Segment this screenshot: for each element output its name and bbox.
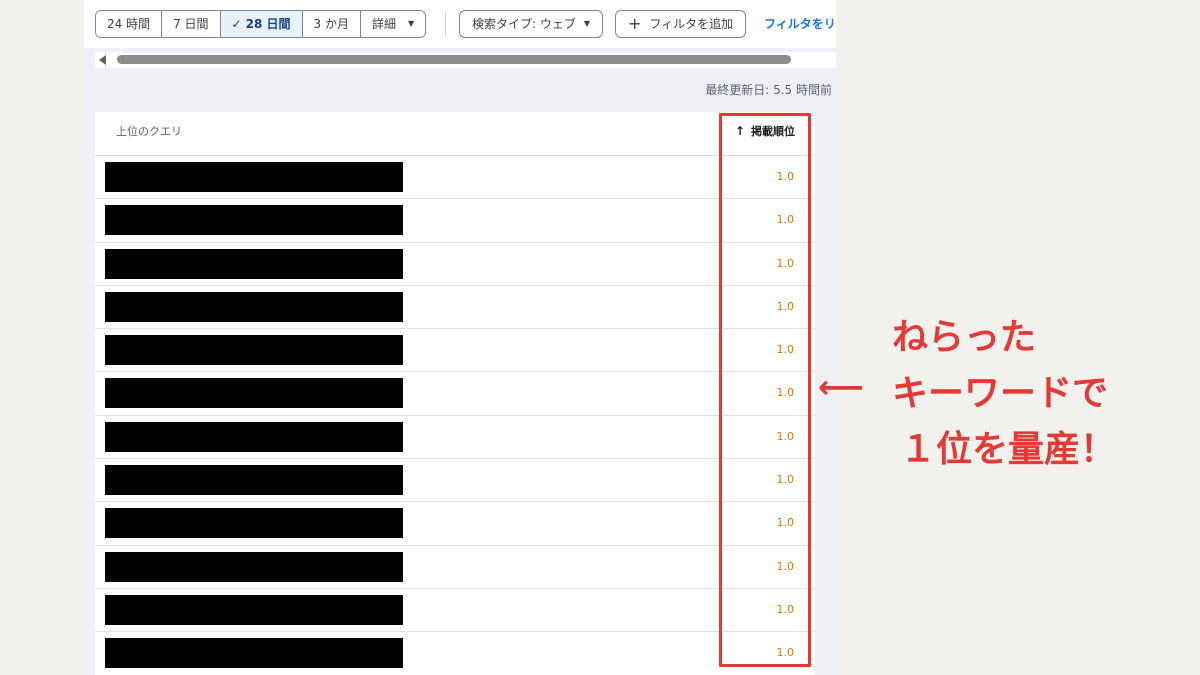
date-range-custom-button[interactable]: 詳細 ▼ <box>360 11 426 37</box>
redacted-query <box>105 378 403 409</box>
caret-down-icon: ▼ <box>583 19 591 28</box>
date-range-label: 詳細 <box>371 17 396 31</box>
horizontal-scrollbar[interactable] <box>95 52 836 68</box>
position-column-highlight <box>719 113 811 667</box>
date-range-24h-button[interactable]: 24 時間 <box>96 11 163 37</box>
last-updated-text: 最終更新日: 5.5 時間前 <box>705 83 832 97</box>
table-row[interactable]: 1.0 <box>95 243 815 286</box>
add-filter-label: フィルタを追加 <box>649 17 734 31</box>
redacted-query <box>105 248 403 279</box>
date-range-label: 7 日間 <box>173 17 209 31</box>
date-range-3m-button[interactable]: 3 か月 <box>302 11 361 37</box>
queries-table: 上位のクエリ ↑ 掲載順位 1.0 1.0 1.0 1.0 1.0 1.0 1.… <box>95 112 815 675</box>
column-header-query[interactable]: 上位のクエリ <box>116 123 182 139</box>
date-range-label: 24 時間 <box>107 17 151 31</box>
annotation-text: ねらった キーワードで １位を量産！ <box>892 310 1192 478</box>
scroll-thumb[interactable] <box>117 55 791 64</box>
scroll-left-arrow-icon[interactable] <box>99 55 106 65</box>
redacted-query <box>105 465 403 496</box>
date-range-label: 28 日間 <box>245 17 291 31</box>
redacted-query <box>105 162 403 192</box>
table-row[interactable]: 1.0 <box>95 329 815 373</box>
plus-icon: + <box>628 14 642 33</box>
table-row[interactable]: 1.0 <box>95 416 815 460</box>
table-row[interactable]: 1.0 <box>95 459 815 503</box>
annotation-line: キーワードで <box>892 373 1109 414</box>
redacted-query <box>105 594 403 625</box>
redacted-query <box>105 638 403 669</box>
redacted-query <box>105 508 403 539</box>
redacted-query <box>105 335 403 366</box>
toolbar-divider <box>445 10 446 38</box>
redacted-query <box>105 291 403 322</box>
table-row[interactable]: 1.0 <box>95 286 815 330</box>
table-row[interactable]: 1.0 <box>95 546 815 589</box>
background-margin <box>0 0 84 675</box>
redacted-query <box>105 551 403 582</box>
table-header: 上位のクエリ ↑ 掲載順位 <box>95 112 815 156</box>
table-row[interactable]: 1.0 <box>95 372 815 416</box>
filter-toolbar: 24 時間 7 日間 ✓ 28 日間 3 か月 詳細 ▼ 検索タイプ: ウェブ ▼ … <box>84 0 836 48</box>
table-row[interactable]: 1.0 <box>95 502 815 546</box>
search-type-label: 検索タイプ: ウェブ <box>472 17 576 31</box>
date-range-28d-button[interactable]: ✓ 28 日間 <box>220 11 303 37</box>
date-range-7d-button[interactable]: 7 日間 <box>162 11 221 37</box>
annotation-line: １位を量産！ <box>900 429 1117 470</box>
table-row[interactable]: 1.0 <box>95 156 815 200</box>
redacted-query <box>105 421 403 452</box>
table-row[interactable]: 1.0 <box>95 199 815 243</box>
annotation-line: ねらった <box>892 317 1037 358</box>
date-range-selector: 24 時間 7 日間 ✓ 28 日間 3 か月 詳細 ▼ <box>95 10 427 38</box>
annotation-arrow-icon: ⟵ <box>818 368 864 406</box>
table-row[interactable]: 1.0 <box>95 589 815 633</box>
search-type-dropdown[interactable]: 検索タイプ: ウェブ ▼ <box>459 10 604 38</box>
date-range-label: 3 か月 <box>313 17 349 31</box>
caret-down-icon: ▼ <box>407 19 415 28</box>
add-filter-button[interactable]: + フィルタを追加 <box>615 10 747 38</box>
table-row[interactable]: 1.0 <box>95 632 815 675</box>
check-icon: ✓ <box>231 17 242 31</box>
redacted-query <box>105 205 403 236</box>
reset-filter-link[interactable]: フィルタをリ <box>764 10 836 38</box>
